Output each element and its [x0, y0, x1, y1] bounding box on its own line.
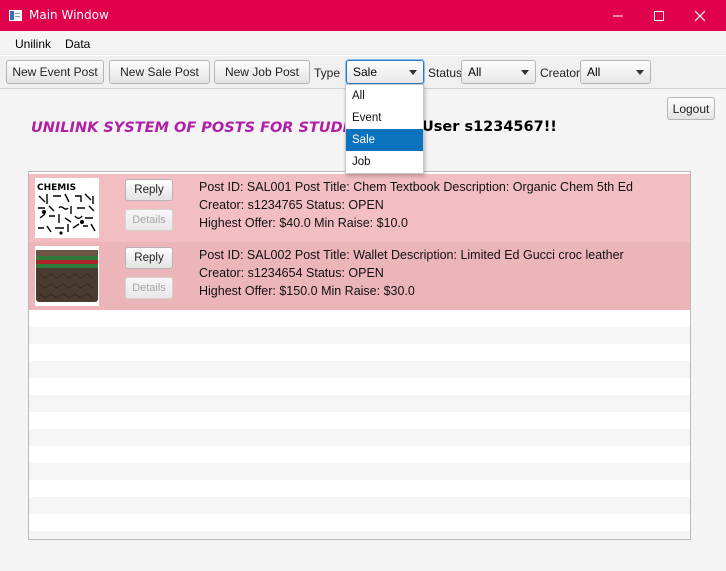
empty-list-row: [29, 361, 690, 378]
post-offer-line: Highest Offer: $40.0 Min Raise: $10.0: [199, 216, 408, 230]
empty-list-row: [29, 378, 690, 395]
new-event-post-button[interactable]: New Event Post: [6, 60, 104, 84]
status-combo-value: All: [468, 65, 482, 79]
maximize-icon[interactable]: [639, 0, 679, 31]
empty-list-row: [29, 497, 690, 514]
reply-button[interactable]: Reply: [125, 247, 173, 269]
empty-list-row: [29, 480, 690, 497]
type-combo[interactable]: Sale: [346, 60, 424, 84]
post-row: CHEMIS Reply Details Post ID: SAL001 Pos…: [29, 174, 690, 242]
post-image-textbook: CHEMIS: [35, 178, 99, 238]
new-sale-post-button[interactable]: New Sale Post: [109, 60, 210, 84]
creator-label: Creator: [540, 66, 581, 80]
empty-list-row: [29, 429, 690, 446]
post-offer-line: Highest Offer: $150.0 Min Raise: $30.0: [199, 284, 415, 298]
reply-button[interactable]: Reply: [125, 179, 173, 201]
title-bar: Main Window: [0, 0, 726, 31]
app-window-icon: [9, 10, 22, 21]
close-icon[interactable]: [680, 0, 720, 31]
type-option-event[interactable]: Event: [346, 107, 423, 129]
menu-unilink[interactable]: Unilink: [15, 37, 51, 51]
details-button[interactable]: Details: [125, 277, 173, 299]
page-heading: UNILINK SYSTEM OF POSTS FOR STUDENTS: [31, 120, 386, 136]
type-option-all[interactable]: All: [346, 85, 423, 107]
minimize-icon[interactable]: [598, 0, 638, 31]
type-option-sale[interactable]: Sale: [346, 129, 423, 151]
status-combo[interactable]: All: [461, 60, 536, 84]
empty-list-row: [29, 395, 690, 412]
window-title: Main Window: [29, 8, 109, 22]
chevron-down-icon: [521, 70, 529, 75]
type-dropdown-list[interactable]: All Event Sale Job: [345, 84, 424, 174]
chevron-down-icon: [636, 70, 644, 75]
logout-button[interactable]: Logout: [667, 97, 715, 120]
empty-list-row: [29, 463, 690, 480]
post-info-line: Post ID: SAL002 Post Title: Wallet Descr…: [199, 248, 624, 262]
details-button[interactable]: Details: [125, 209, 173, 231]
empty-list-row: [29, 514, 690, 531]
post-creator-status-line: Creator: s1234654 Status: OPEN: [199, 266, 384, 280]
welcome-user-text: User s1234567!!: [422, 119, 557, 135]
empty-list-row: [29, 310, 690, 327]
type-combo-value: Sale: [353, 65, 378, 79]
empty-list-row: [29, 344, 690, 361]
post-info-line: Post ID: SAL001 Post Title: Chem Textboo…: [199, 180, 634, 194]
post-row: Reply Details Post ID: SAL002 Post Title…: [29, 242, 690, 310]
new-job-post-button[interactable]: New Job Post: [214, 60, 310, 84]
empty-list-row: [29, 327, 690, 344]
status-label: Status: [428, 66, 463, 80]
svg-text:CHEMIS: CHEMIS: [37, 183, 76, 193]
post-list[interactable]: CHEMIS Reply Details Post ID: SAL001 Pos…: [28, 171, 691, 540]
creator-combo[interactable]: All: [580, 60, 651, 84]
post-creator-status-line: Creator: s1234765 Status: OPEN: [199, 198, 384, 212]
menu-bar: Unilink Data: [0, 31, 726, 55]
menu-data[interactable]: Data: [65, 37, 90, 51]
empty-list-row: [29, 412, 690, 429]
empty-list-row: [29, 531, 690, 539]
empty-list-row: [29, 446, 690, 463]
chevron-down-icon: [409, 70, 417, 75]
type-label: Type: [314, 66, 341, 80]
type-option-job[interactable]: Job: [346, 151, 423, 173]
creator-combo-value: All: [587, 65, 601, 79]
post-image-wallet: [35, 246, 99, 306]
